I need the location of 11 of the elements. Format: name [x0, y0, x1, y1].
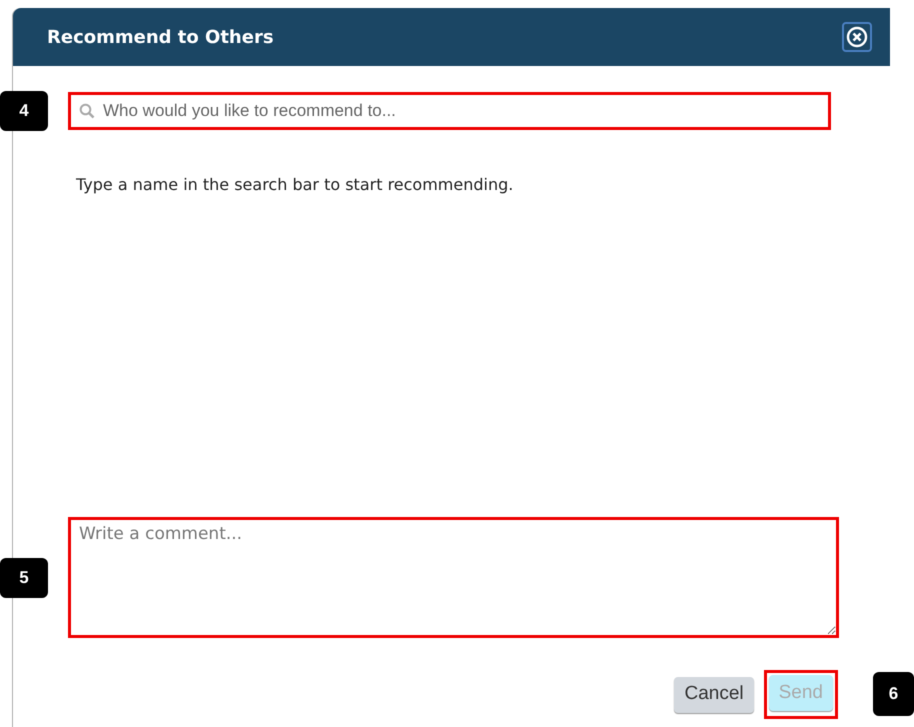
callout-badge: 4 — [0, 91, 48, 131]
cancel-button[interactable]: Cancel — [674, 676, 754, 712]
callout-badge: 5 — [0, 558, 48, 598]
comment-field[interactable]: Write a comment... — [68, 517, 839, 638]
search-field[interactable]: Who would you like to recommend to... — [68, 92, 831, 130]
close-icon — [846, 26, 868, 48]
close-button[interactable] — [842, 22, 872, 52]
search-icon — [79, 103, 95, 119]
hint-text: Type a name in the search bar to start recommending. — [76, 174, 514, 196]
dialog-title: Recommend to Others — [47, 26, 274, 50]
callout-badge: 6 — [873, 672, 914, 716]
